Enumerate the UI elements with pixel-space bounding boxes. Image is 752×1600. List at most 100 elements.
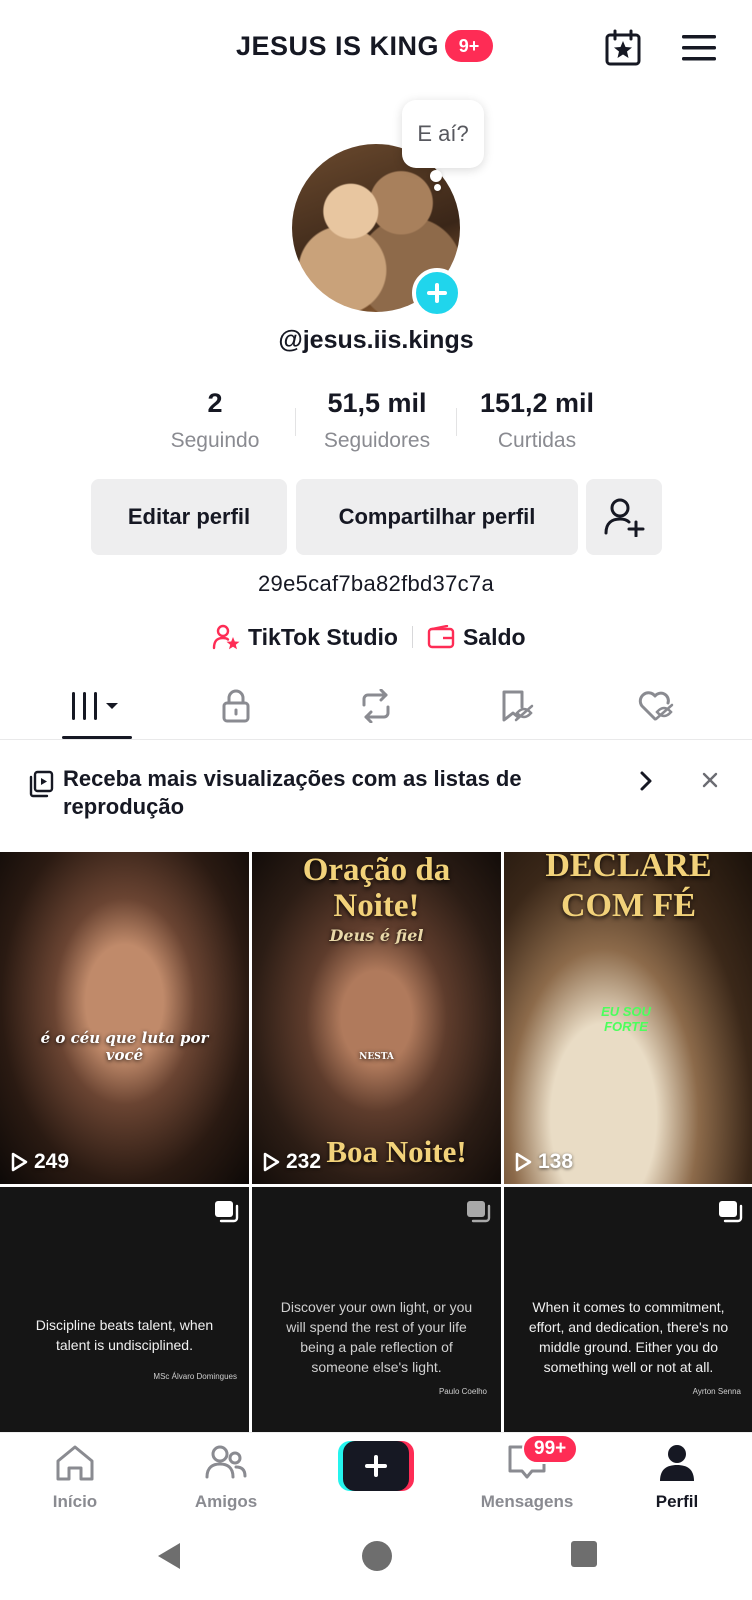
notifications-badge: 9+	[445, 30, 494, 62]
grid-bars-icon	[72, 692, 118, 720]
system-navigation-bar	[0, 1516, 752, 1600]
nav-profile-label: Perfil	[655, 1492, 699, 1511]
bottom-navigation: Início Amigos Mensagens Perfil	[0, 1432, 752, 1516]
quote-text: Discover your own light, or you will spe…	[280, 1299, 473, 1375]
close-icon[interactable]	[700, 770, 720, 795]
back-icon[interactable]	[154, 1540, 184, 1577]
photo-carousel-icon	[465, 1199, 491, 1228]
view-count: 138	[514, 1150, 573, 1174]
likes-count: 151,2 mil	[479, 388, 595, 418]
account-switcher[interactable]: JESUS IS KING 9+	[236, 30, 494, 62]
video-title-top: Oração da Noite!	[302, 852, 451, 924]
view-count-value: 138	[538, 1150, 574, 1173]
profile-bio: 29e5caf7ba82fbd37c7a	[258, 571, 494, 596]
photo-carousel-icon	[717, 1199, 743, 1228]
photo-post-thumbnail[interactable]: When it comes to commitment, effort, and…	[504, 1187, 752, 1432]
quote-author: MSc Álvaro Domingues	[153, 1372, 237, 1381]
followers-label: Seguidores	[323, 429, 431, 452]
video-title-top: DECLARE COM FÉ	[545, 852, 712, 924]
share-profile-button[interactable]: Compartilhar perfil	[296, 479, 578, 555]
video-thumbnail[interactable]: é o céu que luta por você 249	[0, 852, 249, 1184]
stat-likes[interactable]: 151,2 mil Curtidas	[457, 388, 617, 453]
active-tab-indicator	[62, 736, 132, 739]
play-icon	[515, 1152, 532, 1172]
quote-author: Paulo Coelho	[438, 1387, 487, 1396]
bubble-tail-dot-small	[434, 184, 441, 191]
edit-profile-button[interactable]: Editar perfil	[91, 479, 287, 555]
video-caption: é o céu que luta por você	[40, 1029, 209, 1064]
nav-friends[interactable]: Amigos	[171, 1443, 281, 1512]
balance-link[interactable]: Saldo	[427, 624, 526, 651]
stat-following[interactable]: 2 Seguindo	[135, 388, 295, 453]
photo-post-thumbnail[interactable]: Discover your own light, or you will spe…	[252, 1187, 501, 1432]
messages-badge: 99+	[522, 1434, 579, 1464]
photo-post-thumbnail[interactable]: Discipline beats talent, when talent is …	[0, 1187, 249, 1432]
stat-followers[interactable]: 51,5 mil Seguidores	[297, 388, 457, 453]
nav-messages-label: Mensagens	[480, 1492, 574, 1511]
balance-label: Saldo	[462, 623, 526, 650]
wallet-icon	[427, 625, 455, 649]
following-count: 2	[207, 388, 223, 418]
play-icon	[263, 1152, 280, 1172]
tab-reposts[interactable]	[336, 680, 416, 732]
likes-label: Curtidas	[497, 429, 577, 452]
playlist-promo-banner[interactable]: Receba mais visualizações com as listas …	[0, 760, 752, 840]
bubble-tail-dot	[430, 170, 442, 182]
tab-liked[interactable]	[616, 680, 696, 732]
tiktok-studio-label: TikTok Studio	[248, 623, 398, 650]
quote-text: When it comes to commitment, effort, and…	[528, 1299, 729, 1375]
nav-home[interactable]: Início	[20, 1443, 130, 1512]
video-subtitle: Deus é fiel	[329, 926, 424, 945]
following-label: Seguindo	[170, 429, 260, 452]
link-divider	[411, 626, 413, 648]
profile-header: JESUS IS KING 9+	[0, 0, 752, 96]
recents-icon[interactable]	[570, 1540, 598, 1573]
followers-count: 51,5 mil	[327, 388, 427, 418]
repost-icon	[362, 689, 390, 723]
video-middle-text: NESTA	[359, 1052, 394, 1062]
username: @jesus.iis.kings	[278, 326, 474, 354]
studio-person-star-icon	[212, 624, 240, 650]
promo-text: Receba mais visualizações com as listas …	[63, 766, 522, 819]
plus-icon	[427, 283, 447, 303]
add-friend-button[interactable]	[586, 479, 662, 555]
status-bubble[interactable]: E aí?	[402, 100, 484, 168]
lock-icon	[222, 689, 250, 723]
chevron-right-icon[interactable]	[638, 770, 654, 797]
view-count: 249	[10, 1150, 69, 1174]
stat-divider	[295, 408, 296, 436]
add-avatar-button[interactable]	[412, 268, 462, 318]
tab-videos[interactable]	[56, 680, 136, 732]
home-icon	[56, 1445, 94, 1481]
view-count: 232	[262, 1150, 321, 1174]
photo-carousel-icon	[213, 1199, 239, 1228]
plus-icon	[365, 1455, 387, 1477]
profile-icon	[660, 1445, 694, 1481]
tab-private[interactable]	[196, 680, 276, 732]
bookmark-hidden-icon	[502, 690, 534, 722]
hamburger-menu-icon[interactable]	[677, 26, 721, 70]
account-title: JESUS IS KING	[236, 30, 440, 61]
tiktok-studio-link[interactable]: TikTok Studio	[212, 624, 398, 651]
create-button[interactable]	[338, 1441, 414, 1491]
quote-text: Discipline beats talent, when talent is …	[35, 1317, 214, 1353]
play-icon	[11, 1152, 28, 1172]
nav-profile[interactable]: Perfil	[622, 1443, 732, 1512]
nav-friends-label: Amigos	[194, 1492, 258, 1511]
video-thumbnail[interactable]: Oração da Noite! Deus é fiel NESTA Boa N…	[252, 852, 501, 1184]
view-count-value: 249	[34, 1150, 70, 1173]
profile-links: TikTok Studio Saldo	[212, 620, 526, 654]
home-circle-icon[interactable]	[361, 1540, 393, 1577]
video-highlight: EU SOU FORTE	[601, 1004, 651, 1034]
friends-icon	[205, 1445, 247, 1479]
video-thumbnail[interactable]: DECLARE COM FÉ EU SOU FORTE 138	[504, 852, 752, 1184]
profile-stats: 2 Seguindo 51,5 mil Seguidores 151,2 mil…	[0, 388, 752, 458]
add-user-icon	[604, 498, 645, 537]
view-count-value: 232	[286, 1150, 322, 1173]
nav-home-label: Início	[52, 1492, 98, 1511]
content-tabs	[0, 672, 752, 740]
calendar-star-icon[interactable]	[601, 26, 645, 70]
tab-favorites[interactable]	[476, 680, 556, 732]
quote-author: Ayrton Senna	[692, 1387, 741, 1396]
playlist-icon	[28, 770, 54, 803]
